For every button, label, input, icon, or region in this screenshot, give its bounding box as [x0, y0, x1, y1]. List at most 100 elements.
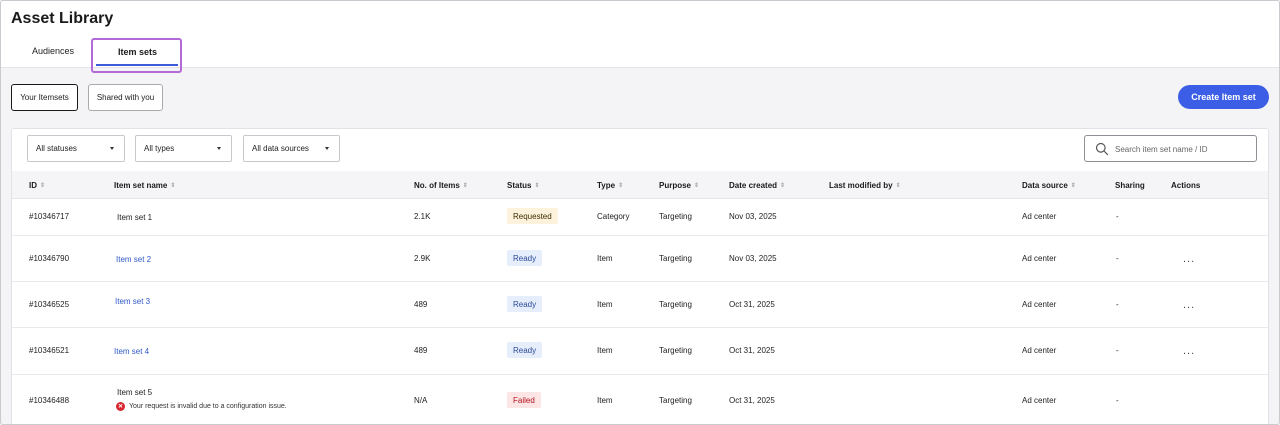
column-header-sharing: Sharing [1115, 181, 1145, 190]
row-type: Item [597, 254, 613, 263]
row-sharing: - [1116, 212, 1119, 221]
table-row[interactable]: #10346717 Item set 1 2.1K Requested Cate… [12, 199, 1268, 236]
column-header-items[interactable]: No. of Items ⇕ [414, 181, 468, 190]
caret-down-icon [110, 147, 114, 150]
row-name-link[interactable]: Item set 2 [116, 255, 151, 264]
active-tab-underline [96, 64, 178, 66]
row-date-created: Oct 31, 2025 [729, 346, 775, 355]
table-row[interactable]: #10346488 Item set 5 ✕ Your request is i… [12, 375, 1268, 424]
row-date-created: Oct 31, 2025 [729, 396, 775, 405]
row-items: 2.9K [414, 254, 431, 263]
column-header-id[interactable]: ID ⇕ [29, 181, 45, 190]
row-name-link[interactable]: Item set 4 [114, 347, 149, 356]
row-type: Item [597, 300, 613, 309]
error-message-text: Your request is invalid due to a configu… [129, 403, 287, 410]
sort-icon: ⇕ [534, 182, 540, 189]
tab-item-sets[interactable]: Item sets [91, 38, 182, 73]
column-header-actions: Actions [1171, 181, 1201, 190]
table-row[interactable]: #10346525 Item set 3 489 Ready Item Targ… [12, 282, 1268, 328]
status-filter-label: All statuses [36, 144, 77, 153]
row-name-link[interactable]: Item set 3 [115, 297, 150, 306]
sort-icon: ⇕ [1070, 182, 1076, 189]
row-data-source: Ad center [1022, 300, 1057, 309]
row-sharing: - [1116, 346, 1119, 355]
data-source-filter-dropdown[interactable]: All data sources [243, 135, 340, 162]
sort-icon: ⇕ [895, 182, 901, 189]
shared-with-you-button[interactable]: Shared with you [88, 84, 163, 111]
row-data-source: Ad center [1022, 396, 1057, 405]
sort-icon: ⇕ [462, 182, 468, 189]
sort-icon: ⇕ [618, 182, 624, 189]
row-id: #10346521 [29, 346, 70, 355]
row-items: 489 [414, 346, 428, 355]
row-type: Category [597, 212, 630, 221]
row-name: Item set 1 [117, 213, 153, 222]
create-item-set-button[interactable]: Create Item set [1178, 85, 1269, 109]
row-items: 2.1K [414, 212, 431, 221]
row-purpose: Targeting [659, 300, 692, 309]
column-header-data-source[interactable]: Data source ⇕ [1022, 181, 1076, 190]
status-badge: Ready [507, 296, 543, 312]
row-items: N/A [414, 396, 428, 405]
status-filter-dropdown[interactable]: All statuses [27, 135, 125, 162]
row-data-source: Ad center [1022, 212, 1057, 221]
row-purpose: Targeting [659, 212, 692, 221]
status-badge: Requested [507, 208, 558, 224]
row-id: #10346717 [29, 212, 70, 221]
row-sharing: - [1116, 254, 1119, 263]
row-type: Item [597, 346, 613, 355]
type-filter-dropdown[interactable]: All types [135, 135, 232, 162]
data-source-filter-label: All data sources [252, 144, 309, 153]
row-purpose: Targeting [659, 254, 692, 263]
column-header-type[interactable]: Type ⇕ [597, 181, 623, 190]
row-type: Item [597, 396, 613, 405]
sort-icon: ⇕ [694, 182, 700, 189]
row-data-source: Ad center [1022, 254, 1057, 263]
table-row[interactable]: #10346521 Item set 4 489 Ready Item Targ… [12, 328, 1268, 375]
column-header-purpose[interactable]: Purpose ⇕ [659, 181, 699, 190]
error-message: ✕ Your request is invalid due to a confi… [116, 402, 287, 411]
column-header-last-modified[interactable]: Last modified by ⇕ [829, 181, 901, 190]
tab-audiences[interactable]: Audiences [32, 46, 74, 56]
table-header: ID ⇕ Item set name ⇕ No. of Items ⇕ Status ⇕… [12, 171, 1268, 199]
row-date-created: Oct 31, 2025 [729, 300, 775, 309]
page-title: Asset Library [11, 10, 114, 27]
row-purpose: Targeting [659, 396, 692, 405]
caret-down-icon [217, 147, 221, 150]
type-filter-label: All types [144, 144, 175, 153]
search-icon [1095, 142, 1109, 156]
app-window: Asset Library Audiences Item sets Your I… [0, 0, 1280, 425]
status-badge: Ready [507, 342, 543, 358]
row-items: 489 [414, 300, 428, 309]
row-purpose: Targeting [659, 346, 692, 355]
error-icon: ✕ [116, 402, 125, 411]
row-date-created: Nov 03, 2025 [729, 254, 777, 263]
caret-down-icon [325, 147, 329, 150]
row-id: #10346790 [29, 254, 70, 263]
row-sharing: - [1116, 396, 1119, 405]
more-actions-icon[interactable]: ... [1183, 299, 1195, 311]
tab-item-sets-label: Item sets [118, 47, 158, 57]
search-box [1084, 135, 1257, 162]
sort-icon: ⇕ [40, 182, 46, 189]
more-actions-icon[interactable]: ... [1183, 345, 1195, 357]
row-date-created: Nov 03, 2025 [729, 212, 777, 221]
row-name: Item set 5 [117, 388, 153, 397]
row-sharing: - [1116, 300, 1119, 309]
column-header-status[interactable]: Status ⇕ [507, 181, 539, 190]
status-badge: Ready [507, 250, 543, 266]
search-input[interactable] [1115, 141, 1253, 157]
status-badge: Failed [507, 392, 541, 408]
sort-icon: ⇕ [780, 182, 786, 189]
column-header-date-created[interactable]: Date created ⇕ [729, 181, 785, 190]
page-header: Asset Library Audiences Item sets [1, 1, 1279, 73]
sort-icon: ⇕ [170, 182, 176, 189]
row-id: #10346525 [29, 300, 70, 309]
item-sets-table-card: All statuses All types All data sources … [11, 128, 1269, 424]
row-data-source: Ad center [1022, 346, 1057, 355]
table-row[interactable]: #10346790 Item set 2 2.9K Ready Item Tar… [12, 236, 1268, 282]
row-id: #10346488 [29, 396, 70, 405]
your-itemsets-button[interactable]: Your Itemsets [11, 84, 78, 111]
more-actions-icon[interactable]: ... [1183, 253, 1195, 265]
column-header-name[interactable]: Item set name ⇕ [114, 181, 175, 190]
